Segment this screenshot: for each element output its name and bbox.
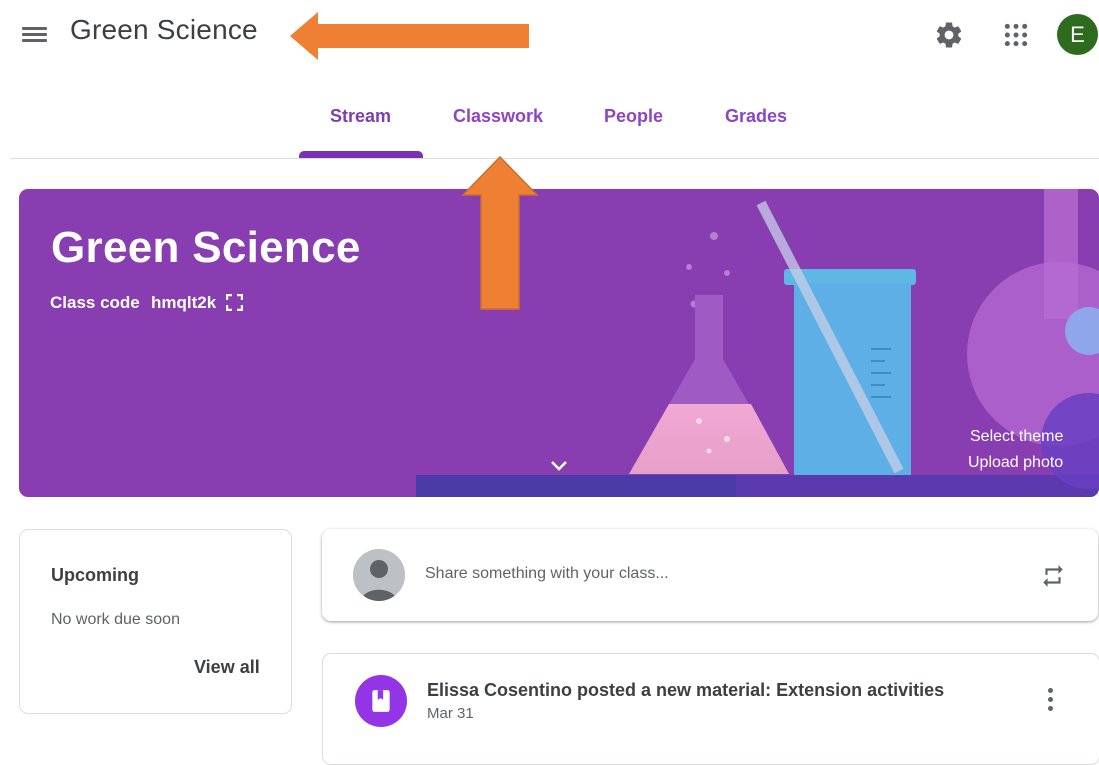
upcoming-card: Upcoming No work due soon View all [19, 529, 292, 714]
annotation-arrow-up [461, 155, 539, 310]
gear-icon[interactable] [934, 20, 964, 50]
user-avatar-icon [353, 549, 405, 601]
class-banner: Green Science Class code hmqlt2k Select … [19, 189, 1099, 497]
upcoming-title: Upcoming [51, 565, 139, 585]
annotation-arrow-left [290, 12, 529, 60]
tab-stream[interactable]: Stream [330, 106, 391, 127]
upload-photo-link[interactable]: Upload photo [968, 454, 1063, 472]
chevron-down-icon[interactable] [549, 459, 569, 473]
app-title[interactable]: Green Science [70, 14, 258, 46]
upcoming-empty-text: No work due soon [51, 611, 180, 628]
share-box[interactable]: Share something with your class... [322, 529, 1098, 621]
view-all-link[interactable]: View all [194, 657, 260, 678]
active-tab-indicator [299, 151, 423, 158]
post-title[interactable]: Elissa Cosentino posted a new material: … [427, 680, 944, 701]
more-vert-icon[interactable] [1043, 686, 1059, 714]
apps-grid-icon[interactable] [1003, 22, 1029, 48]
select-theme-link[interactable]: Select theme [970, 428, 1063, 446]
repost-icon[interactable] [1040, 563, 1066, 589]
tabs-divider [10, 158, 1099, 159]
fullscreen-icon[interactable] [226, 294, 243, 311]
share-input[interactable]: Share something with your class... [425, 565, 669, 583]
material-book-icon [355, 675, 407, 727]
tab-people[interactable]: People [604, 106, 663, 127]
post-card[interactable]: Elissa Cosentino posted a new material: … [322, 653, 1099, 765]
class-code: hmqlt2k [151, 293, 217, 312]
class-title: Green Science [51, 223, 361, 272]
tab-classwork[interactable]: Classwork [453, 106, 543, 127]
account-avatar[interactable]: E [1057, 14, 1098, 55]
menu-icon[interactable] [22, 24, 47, 44]
tab-grades[interactable]: Grades [725, 106, 787, 127]
class-code-label: Class code [50, 293, 140, 312]
post-date: Mar 31 [427, 705, 474, 722]
